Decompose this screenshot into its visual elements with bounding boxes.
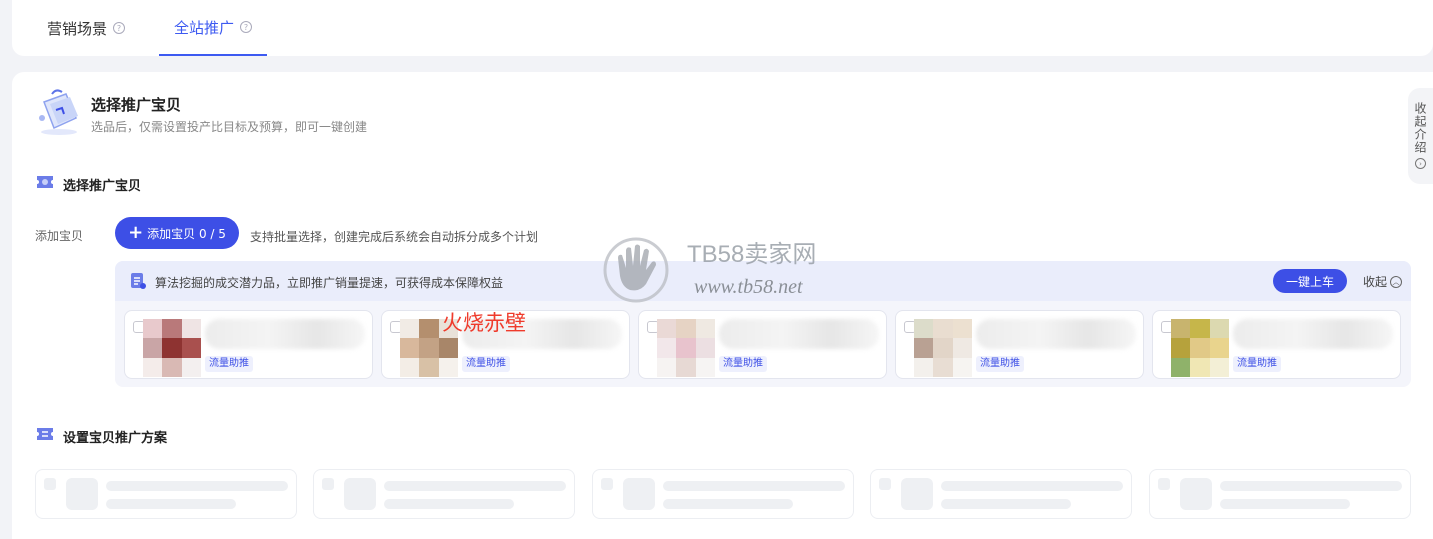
- tab-marketing-scene[interactable]: 营销场景 ?: [47, 0, 126, 56]
- traffic-boost-tag: 流量助推: [719, 356, 767, 372]
- watermark-brand: TB58卖家网: [687, 241, 817, 268]
- watermark-red-text: 火烧赤壁: [442, 311, 526, 335]
- product-thumbnail: [657, 319, 715, 377]
- plus-icon: +: [128, 222, 144, 243]
- section-title-promotion-plan: 设置宝贝推广方案: [63, 431, 168, 446]
- hero-title: 选择推广宝贝: [91, 96, 182, 114]
- section-ticket-icon: [37, 176, 53, 188]
- collapse-intro-label: 收起介绍: [1413, 102, 1427, 154]
- traffic-boost-tag: 流量助推: [205, 356, 253, 372]
- plan-card-skeleton: [870, 469, 1132, 519]
- chevron-up-icon: ︿: [1390, 275, 1403, 288]
- section-title-select-items: 选择推广宝贝: [63, 179, 142, 194]
- traffic-boost-tag: 流量助推: [1233, 356, 1281, 372]
- add-item-button-label: 添加宝贝 0 / 5: [147, 226, 226, 241]
- watermark-url: www.tb58.net: [694, 276, 803, 298]
- tab-label: 营销场景: [47, 19, 108, 38]
- one-click-board-button[interactable]: 一键上车: [1273, 269, 1347, 293]
- product-thumbnail: [1171, 319, 1229, 377]
- plan-card-skeleton: [35, 469, 297, 519]
- collapse-button[interactable]: 收起 ︿: [1363, 273, 1403, 290]
- collapse-intro-tab[interactable]: 收起介绍 ›: [1408, 88, 1433, 184]
- product-card[interactable]: 流量助推: [124, 310, 373, 379]
- plan-card-skeleton: [592, 469, 854, 519]
- help-icon[interactable]: ?: [113, 22, 126, 34]
- shopping-bag-illustration-icon: [39, 89, 78, 135]
- product-card[interactable]: 流量助推: [1152, 310, 1401, 379]
- top-tab-bar: 营销场景 ? 全站推广 ?: [12, 0, 1433, 56]
- traffic-boost-tag: 流量助推: [976, 356, 1024, 372]
- product-title-blurred: [719, 319, 879, 349]
- add-item-label: 添加宝贝: [35, 229, 84, 243]
- collapse-label: 收起: [1363, 275, 1388, 289]
- product-title-blurred: [976, 319, 1136, 349]
- product-thumbnail: [914, 319, 972, 377]
- chevron-right-icon: ›: [1415, 158, 1426, 169]
- plan-card-skeleton: [313, 469, 575, 519]
- product-card[interactable]: 流量助推: [638, 310, 887, 379]
- watermark-hand-logo-icon: [603, 237, 669, 303]
- document-icon: [131, 273, 146, 289]
- help-icon[interactable]: ?: [240, 21, 252, 33]
- product-card[interactable]: 流量助推: [895, 310, 1144, 379]
- add-item-button[interactable]: + 添加宝贝 0 / 5: [115, 217, 239, 249]
- main-card: 选择推广宝贝 选品后，仅需设置投产比目标及预算，即可一键创建 选择推广宝贝 添加…: [12, 72, 1433, 539]
- product-thumbnail: [143, 319, 201, 377]
- recommendation-text: 算法挖掘的成交潜力品，立即推广销量提速，可获得成本保障权益: [155, 276, 504, 290]
- hero-subtitle: 选品后，仅需设置投产比目标及预算，即可一键创建: [91, 120, 368, 134]
- product-title-blurred: [1233, 319, 1393, 349]
- add-item-hint: 支持批量选择，创建完成后系统会自动拆分成多个计划: [250, 230, 539, 244]
- tab-site-wide-promotion[interactable]: 全站推广 ?: [159, 0, 267, 56]
- plan-card-skeleton: [1149, 469, 1411, 519]
- tab-label: 全站推广: [173, 18, 234, 37]
- product-title-blurred: [205, 319, 365, 349]
- traffic-boost-tag: 流量助推: [462, 356, 510, 372]
- section-plan-icon: [37, 428, 53, 440]
